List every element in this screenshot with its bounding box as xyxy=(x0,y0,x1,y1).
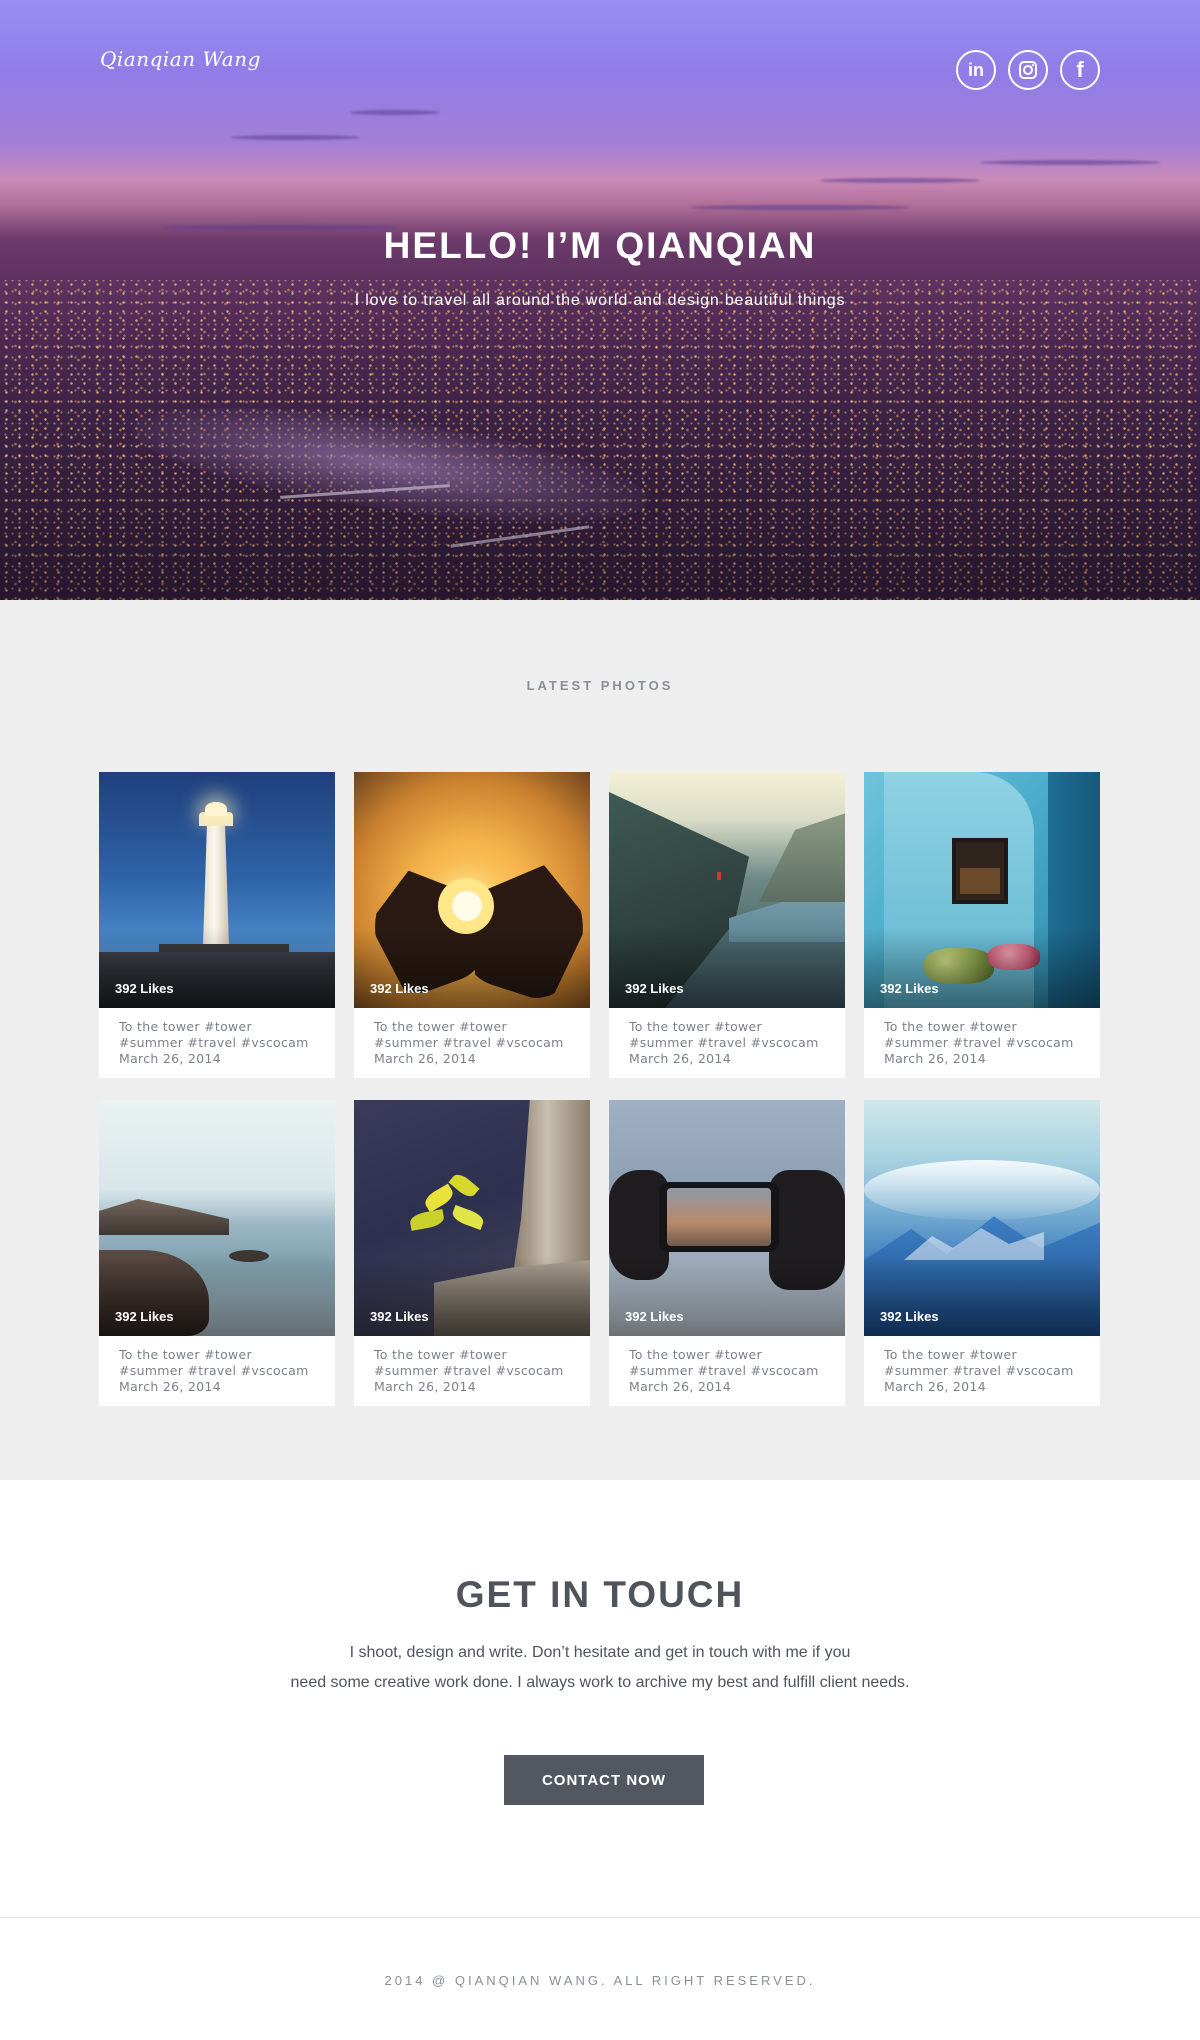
photo-date: March 26, 2014 xyxy=(119,1379,221,1394)
photo-date: March 26, 2014 xyxy=(884,1379,986,1394)
photo-date: March 26, 2014 xyxy=(119,1051,221,1066)
instagram-glyph xyxy=(1019,61,1037,79)
likes-count: 392 Likes xyxy=(625,1309,684,1324)
photo-caption: To the tower #tower #summer #travel #vsc… xyxy=(119,1019,309,1050)
photo-fjord-cliff[interactable]: 392 Likes xyxy=(609,772,845,1008)
linkedin-glyph: in xyxy=(968,59,984,80)
section-title: LATEST PHOTOS xyxy=(526,678,674,693)
photo-phone-camera[interactable]: 392 Likes xyxy=(609,1100,845,1336)
site-logo[interactable]: Qianqian Wang xyxy=(100,47,261,71)
photo-mountains-clouds[interactable]: 392 Likes xyxy=(864,1100,1100,1336)
photo-date: March 26, 2014 xyxy=(629,1379,731,1394)
sky-cloud xyxy=(690,205,910,210)
contact-description-line: I shoot, design and write. Don’t hesitat… xyxy=(349,1644,851,1661)
photo-date: March 26, 2014 xyxy=(884,1051,986,1066)
photo-date: March 26, 2014 xyxy=(374,1051,476,1066)
photo-card[interactable]: 392 Likes To the tower #tower #summer #t… xyxy=(864,772,1100,1078)
sky-cloud xyxy=(820,178,980,183)
photo-lighthouse[interactable]: 392 Likes xyxy=(99,772,335,1008)
photo-card[interactable]: 392 Likes To the tower #tower #summer #t… xyxy=(354,1100,590,1406)
photo-card[interactable]: 392 Likes To the tower #tower #summer #t… xyxy=(864,1100,1100,1406)
photo-caption: To the tower #tower #summer #travel #vsc… xyxy=(629,1347,819,1378)
photo-card[interactable]: 392 Likes To the tower #tower #summer #t… xyxy=(99,772,335,1078)
footer: 2014 @ QIANQIAN WANG. ALL RIGHT RESERVED… xyxy=(0,1917,1200,2040)
likes-count: 392 Likes xyxy=(115,1309,174,1324)
photo-caption: To the tower #tower #summer #travel #vsc… xyxy=(374,1019,564,1050)
photo-date: March 26, 2014 xyxy=(374,1379,476,1394)
contact-section: GET IN TOUCH I shoot, design and write. … xyxy=(0,1480,1200,1917)
hero-title: HELLO! I’M QIANQIAN xyxy=(383,225,817,266)
hero-subtitle: I love to travel all around the world an… xyxy=(354,292,846,309)
photo-caption: To the tower #tower #summer #travel #vsc… xyxy=(884,1347,1074,1378)
city-skyline xyxy=(0,280,1200,600)
sky-cloud xyxy=(350,110,440,115)
photo-rocky-seashore[interactable]: 392 Likes xyxy=(99,1100,335,1336)
hero-banner: Qianqian Wang in f HELLO! I’M QIANQIAN I… xyxy=(0,0,1200,600)
photo-date: March 26, 2014 xyxy=(629,1051,731,1066)
photo-heart-hands-sunset[interactable]: 392 Likes xyxy=(354,772,590,1008)
photo-card[interactable]: 392 Likes To the tower #tower #summer #t… xyxy=(609,772,845,1078)
copyright-text: 2014 @ QIANQIAN WANG. ALL RIGHT RESERVED… xyxy=(384,1973,816,1988)
photo-card[interactable]: 392 Likes To the tower #tower #summer #t… xyxy=(99,1100,335,1406)
photo-caption: To the tower #tower #summer #travel #vsc… xyxy=(374,1347,564,1378)
facebook-glyph: f xyxy=(1076,57,1084,82)
latest-photos-section: LATEST PHOTOS 392 Likes To the tower #to… xyxy=(0,600,1200,1480)
likes-count: 392 Likes xyxy=(880,1309,939,1324)
likes-count: 392 Likes xyxy=(115,981,174,996)
photo-blue-wall-window[interactable]: 392 Likes xyxy=(864,772,1100,1008)
contact-description-line: need some creative work done. I always w… xyxy=(290,1674,910,1691)
facebook-icon[interactable]: f xyxy=(1060,50,1100,90)
photo-caption: To the tower #tower #summer #travel #vsc… xyxy=(884,1019,1074,1050)
sky-cloud xyxy=(980,160,1160,165)
likes-count: 392 Likes xyxy=(880,981,939,996)
photo-card[interactable]: 392 Likes To the tower #tower #summer #t… xyxy=(609,1100,845,1406)
instagram-icon[interactable] xyxy=(1008,50,1048,90)
likes-count: 392 Likes xyxy=(625,981,684,996)
likes-count: 392 Likes xyxy=(370,1309,429,1324)
contact-description: I shoot, design and write. Don’t hesitat… xyxy=(0,1638,1200,1698)
photo-caption: To the tower #tower #summer #travel #vsc… xyxy=(119,1347,309,1378)
contact-now-button[interactable]: CONTACT NOW xyxy=(504,1755,704,1805)
likes-count: 392 Likes xyxy=(370,981,429,996)
contact-title: GET IN TOUCH xyxy=(455,1574,745,1615)
photo-plant-on-rock[interactable]: 392 Likes xyxy=(354,1100,590,1336)
photo-caption: To the tower #tower #summer #travel #vsc… xyxy=(629,1019,819,1050)
social-links: in f xyxy=(956,50,1100,90)
linkedin-icon[interactable]: in xyxy=(956,50,996,90)
sky-cloud xyxy=(230,135,360,140)
photo-card[interactable]: 392 Likes To the tower #tower #summer #t… xyxy=(354,772,590,1078)
